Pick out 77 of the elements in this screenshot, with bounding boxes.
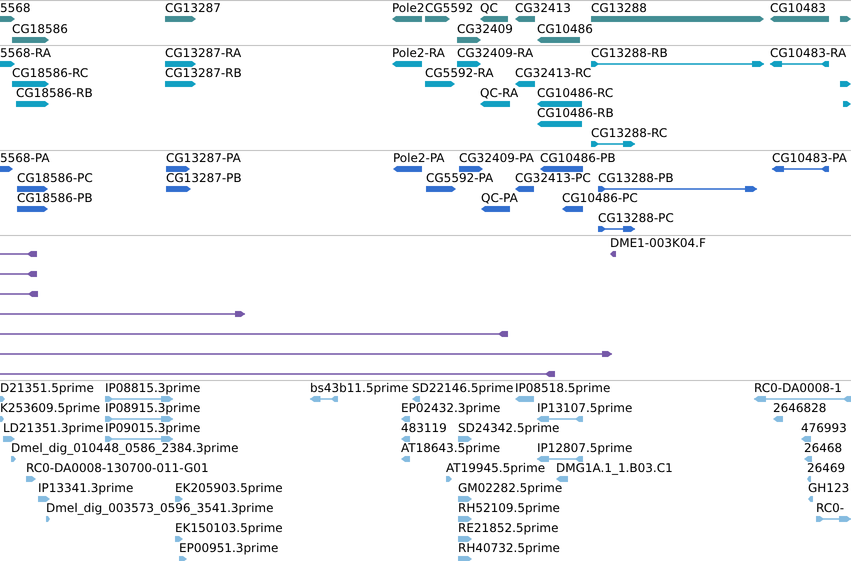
feature-label: EK150103.5prime <box>175 521 283 535</box>
feature-label: CG13288 <box>591 1 647 15</box>
feature-label: GH123 <box>808 481 850 495</box>
feature-label: GM02282.5prime <box>458 481 562 495</box>
feature-label: RE21852.5prime <box>458 521 558 535</box>
feature-label: RC0-DA0008-130700-011-G01 <box>26 461 209 475</box>
feature-label: 26469 <box>807 461 846 475</box>
feature-label: AT19945.5prime <box>446 461 546 475</box>
feature-label: DME1-003K04.F <box>610 236 706 250</box>
feature-label: 483119 <box>401 421 447 435</box>
feature-label: CG18586-PC <box>17 171 93 185</box>
feature-label: Pole2-PA <box>393 151 445 165</box>
feature-label: CG5592-PA <box>426 171 494 185</box>
feature-label: K253609.5prime <box>0 401 100 415</box>
feature-label: CG13287-RB <box>165 66 242 80</box>
feature-label: CG10486-RB <box>537 106 614 120</box>
feature-label: SD22146.5prime <box>412 381 514 395</box>
feature-label: 5568-PA <box>0 151 50 165</box>
feature-label: CG13287-PB <box>166 171 242 185</box>
feature-label: DMG1A.1_1.B03.C1 <box>556 461 673 475</box>
feature-label: EK205903.5prime <box>175 481 283 495</box>
feature-label: IP12807.5prime <box>537 441 632 455</box>
feature-label: bs43b11.5prime <box>310 381 408 395</box>
feature-label: CG13287-RA <box>165 46 242 60</box>
feature-label: CG32413-PC <box>515 171 591 185</box>
feature-label: Pole2-RA <box>392 46 445 60</box>
feature-label: RH40732.5prime <box>458 541 560 555</box>
feature-label: QC <box>480 1 498 15</box>
feature-label: 5568-RA <box>0 46 51 60</box>
feature-label: CG10486 <box>537 22 593 36</box>
feature-label: Pole2 <box>392 1 425 15</box>
feature-label: CG13287 <box>165 1 221 15</box>
feature-label: SD24342.5prime <box>458 421 560 435</box>
feature-label: CG13288-PC <box>598 211 674 225</box>
feature-label: RH52109.5prime <box>458 501 560 515</box>
feature-label: CG18586-RB <box>16 86 93 100</box>
feature-label: CG13287-PA <box>166 151 241 165</box>
feature-label: CG10486-PB <box>540 151 616 165</box>
feature-label: CG18586-RC <box>12 66 88 80</box>
feature-label: CG5592-RA <box>425 66 494 80</box>
feature-label: IP13107.5prime <box>537 401 632 415</box>
feature-label: CG13288-RC <box>591 126 668 140</box>
feature-label: IP13341.3prime <box>38 481 134 495</box>
feature-label: RC0-DA0008-1 <box>754 381 842 395</box>
feature-label: Dmel_dig_003573_0596_3541.3prime <box>46 501 274 515</box>
feature-label: IP09015.3prime <box>105 421 200 435</box>
feature-label: CG10486-PC <box>562 191 638 205</box>
feature-label: 2646828 <box>773 401 826 415</box>
feature-label: CG32409-RA <box>457 46 534 60</box>
feature-label: CG18586 <box>12 22 68 36</box>
feature-label: IP08518.5prime <box>515 381 610 395</box>
feature-label: CG32409-PA <box>459 151 534 165</box>
feature-label: EP00951.3prime <box>179 541 278 555</box>
feature-label: CG10483 <box>770 1 826 15</box>
feature-label: LD21351.3prime <box>3 421 104 435</box>
feature-label: CG13288-PB <box>598 171 674 185</box>
feature-label: IP08815.3prime <box>105 381 200 395</box>
feature-label: 476993 <box>801 421 847 435</box>
feature-label: CG32413 <box>515 1 571 15</box>
feature-label: CG32413-RC <box>515 66 592 80</box>
feature-label: CG32409 <box>457 22 513 36</box>
feature-label: CG13288-RB <box>591 46 668 60</box>
feature-label: Dmel_dig_010448_0586_2384.3prime <box>11 441 239 455</box>
feature-label: CG10486-RC <box>537 86 614 100</box>
feature-label: RC0- <box>816 501 844 515</box>
feature-label: CG5592 <box>425 1 474 15</box>
feature-label: QC-PA <box>481 191 518 205</box>
feature-label: QC-RA <box>480 86 518 100</box>
feature-label: AT18643.5prime <box>401 441 500 455</box>
feature-label: CG10483-RA <box>770 46 846 60</box>
feature-label: D21351.5prime <box>0 381 94 395</box>
feature-label: CG18586-PB <box>17 191 93 205</box>
feature-label: CG10483-PA <box>772 151 847 165</box>
feature-label: 26468 <box>804 441 842 455</box>
feature-label: 5568 <box>0 1 31 15</box>
feature-label: IP08915.3prime <box>105 401 200 415</box>
feature-label: EP02432.3prime <box>401 401 500 415</box>
